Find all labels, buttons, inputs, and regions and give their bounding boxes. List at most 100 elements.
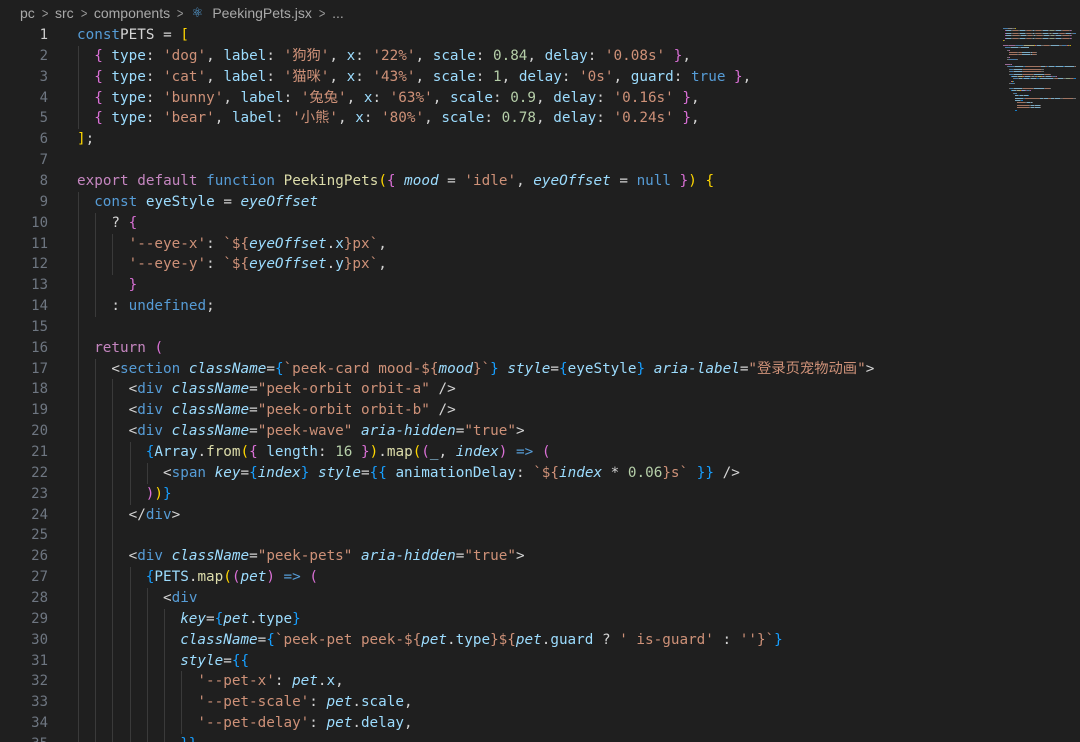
line-number: 33: [31, 694, 48, 711]
code-token: {: [559, 360, 568, 377]
code-line[interactable]: 9 const eyeStyle = eyeOffset: [0, 191, 1000, 213]
code-token: label: [223, 47, 267, 64]
code-line[interactable]: 1 constPETS = [: [0, 25, 1000, 46]
minimap-mark: [1016, 44, 1023, 46]
code-line[interactable]: 13 }: [0, 275, 1000, 297]
code-token: style: [180, 652, 224, 669]
code-line[interactable]: 5 { type: 'bear', label: '小熊', x: '80%', …: [0, 108, 1000, 130]
code-line[interactable]: 26 <div className="peek-pets" aria-hidden…: [0, 546, 1000, 568]
indent-guide: [78, 337, 79, 359]
code-token: }}: [696, 464, 714, 481]
code-line[interactable]: 21 {Array.from({ length: 16 }).map((_, in…: [0, 442, 1000, 463]
code-line[interactable]: 35}}: [0, 733, 1000, 742]
line-number: 13: [31, 277, 48, 294]
chevron-right-icon: >: [80, 5, 88, 21]
code-token: ,: [206, 47, 224, 64]
code-line[interactable]: 11 '--eye-x': `${eyeOffset.x}px`,: [0, 233, 1000, 255]
code-line[interactable]: 17 <section className={`peek-card mood-${…: [0, 358, 1000, 380]
code-line[interactable]: 7: [0, 150, 1000, 171]
code-line[interactable]: 18 <div className="peek-orbit orbit-a" />: [0, 379, 1000, 401]
indent-guide: [78, 671, 79, 693]
breadcrumb-segment-src[interactable]: src: [55, 5, 74, 21]
code-token: =: [206, 610, 215, 627]
breadcrumb-file[interactable]: PeekingPets.jsx: [212, 5, 312, 21]
code-line[interactable]: 22 <span key={index} style={{ animationDe…: [0, 462, 1000, 484]
indent-guide: [112, 421, 114, 443]
code-token: "peek-pets": [257, 548, 353, 565]
indent-guide: [78, 567, 79, 589]
indent-guide: [112, 733, 114, 742]
code-line[interactable]: 10? {: [0, 212, 1000, 234]
code-token: =>: [516, 444, 534, 460]
code-line[interactable]: 24 </div>: [0, 504, 1000, 526]
code-token: eyeOffset: [533, 172, 611, 189]
indent-guide: [95, 483, 97, 505]
code-token: </: [128, 506, 146, 523]
code-token: aria-hidden: [361, 548, 456, 565]
code-line[interactable]: 23))}: [0, 483, 1000, 505]
code-token: className: [171, 402, 250, 419]
code-token: 0.84: [492, 47, 528, 64]
code-line[interactable]: 16 return (: [0, 337, 1000, 359]
code-token: :: [266, 47, 284, 64]
code-area[interactable]: 1 constPETS = [2{ type: 'dog', label: '狗狗…: [0, 24, 1000, 742]
code-token: 0.06: [627, 464, 663, 481]
code-token: }: [682, 89, 691, 106]
chevron-right-icon: >: [41, 5, 49, 21]
line-number: 25: [31, 527, 48, 544]
minimap[interactable]: [1000, 24, 1080, 124]
code-line[interactable]: 30 className={`peek-pet peek-${pet.type}$…: [0, 629, 1000, 651]
code-line[interactable]: 29 key={pet.type}: [0, 608, 1000, 630]
line-number: 5: [39, 110, 48, 127]
code-token: .: [197, 444, 207, 460]
code-line[interactable]: 8 export default function PeekingPets({ m…: [0, 171, 1000, 192]
code-line[interactable]: 25: [0, 525, 1000, 547]
code-token: {: [249, 444, 258, 460]
minimap-mark: [1009, 49, 1010, 51]
breadcrumb-more[interactable]: ...: [332, 5, 344, 21]
code-line[interactable]: 12 '--eye-y': `${eyeOffset.y}px`,: [0, 254, 1000, 276]
minimap-mark: [1024, 44, 1034, 46]
code-token: Array: [154, 444, 198, 460]
code-text: ))}: [146, 484, 172, 505]
code-line[interactable]: 3 { type: 'cat', label: '猫咪', x: '43%', s…: [0, 66, 1000, 88]
code-line[interactable]: 34 '--pet-delay': pet.delay,: [0, 713, 1000, 735]
code-token: }px`: [343, 235, 379, 252]
code-token: *: [602, 464, 628, 481]
code-token: :: [475, 68, 493, 85]
code-token: PETS: [120, 27, 155, 43]
code-token: }}: [180, 736, 197, 742]
minimap-mark: [1040, 107, 1041, 109]
code-token: ): [369, 444, 379, 460]
breadcrumb-segment-components[interactable]: components: [94, 5, 170, 21]
code-line[interactable]: 27 {PETS.map((pet) => (: [0, 567, 1000, 589]
code-line[interactable]: 4 { type: 'bunny', label: '兔兔', x: '63%',…: [0, 87, 1000, 109]
line-number: 35: [0, 734, 48, 742]
code-line[interactable]: 6];: [0, 129, 1000, 150]
code-editor[interactable]: pc > src > components > ⚛ PeekingPets.js…: [0, 0, 1080, 742]
indent-guide: [95, 212, 97, 234]
code-line[interactable]: 2 { type: 'dog', label: '狗狗', x: '22%', s…: [0, 45, 1000, 67]
code-token: {: [386, 172, 396, 189]
code-token: from: [206, 444, 241, 460]
code-line[interactable]: 33 '--pet-scale': pet.scale,: [0, 692, 1000, 714]
code-line[interactable]: 14: undefined;: [0, 296, 1000, 318]
code-text: '--pet-x': pet.x,: [197, 671, 343, 692]
minimap-mark: [1056, 66, 1063, 68]
code-line[interactable]: 15: [0, 316, 1000, 338]
code-line[interactable]: 19 <div className="peek-orbit orbit-b" />: [0, 400, 1000, 422]
code-line[interactable]: 32 '--pet-x': pet.x,: [0, 671, 1000, 693]
code-token: '0.16s': [613, 89, 674, 106]
code-token: ,: [214, 110, 232, 127]
code-line[interactable]: 20 <div className="peek-wave" aria-hidden…: [0, 421, 1000, 443]
code-line[interactable]: 31 style={{: [0, 650, 1000, 672]
indent-guide: [112, 546, 114, 568]
breadcrumb-segment-pc[interactable]: pc: [20, 5, 35, 21]
code-line[interactable]: 28 <div: [0, 587, 1000, 609]
code-token: :: [309, 694, 327, 711]
code-token: '': [739, 631, 757, 648]
